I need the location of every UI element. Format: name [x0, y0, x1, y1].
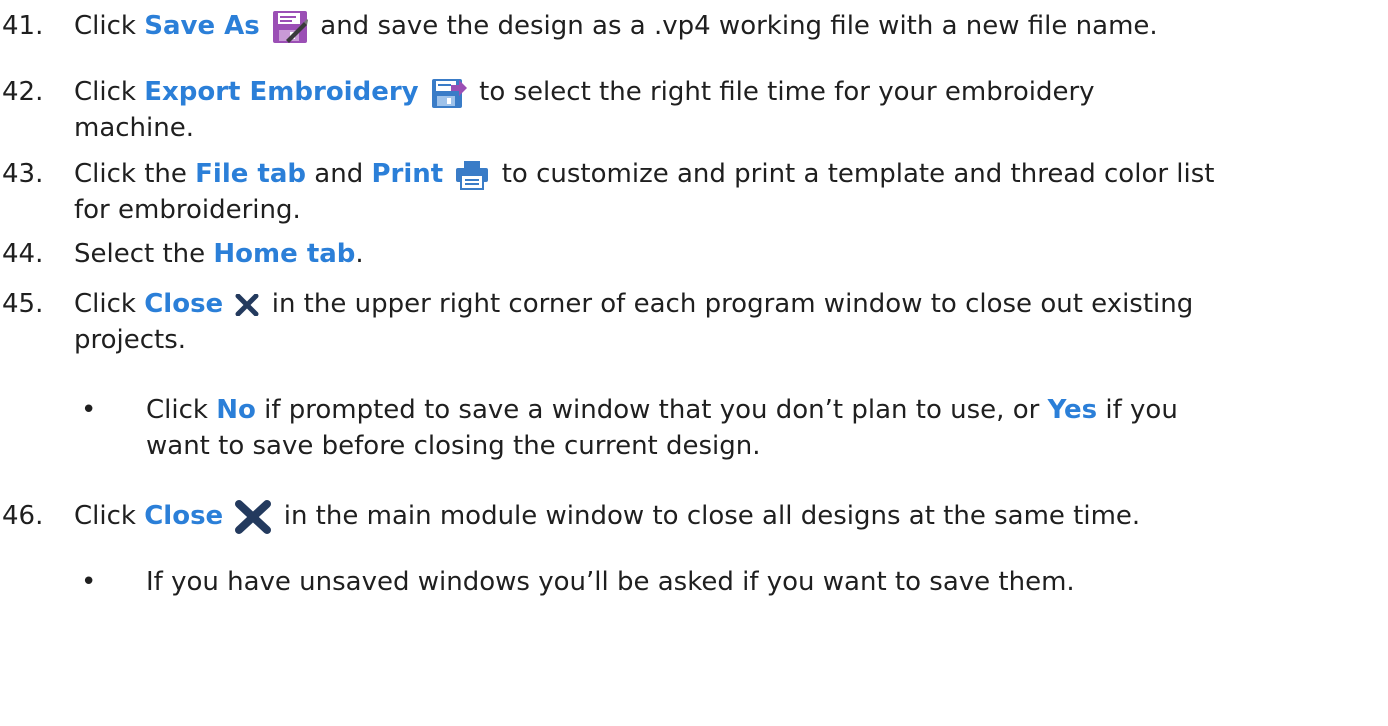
step-text: to select the right file time for your e…: [470, 77, 1095, 107]
export-embroidery-icon: [431, 77, 467, 109]
bullet-text: if prompted to save a window that you do…: [255, 395, 1048, 425]
bullet-text: If you have unsaved windows you’ll be as…: [146, 567, 1075, 597]
yes-command: Yes: [1047, 395, 1098, 425]
step-text: and save the design as a .vp4 working fi…: [312, 11, 1158, 41]
step-text: in the main module window to close all d…: [275, 501, 1141, 531]
step-text: Click the: [74, 159, 196, 189]
print-command: Print: [371, 159, 444, 189]
step-text: machine.: [74, 113, 194, 143]
step-text: .: [355, 239, 364, 269]
file-tab-command: File tab: [195, 159, 307, 189]
save-as-icon: [272, 10, 308, 44]
step-text: Click: [74, 289, 145, 319]
save-as-command: Save As: [144, 11, 260, 41]
home-tab-command: Home tab: [213, 239, 356, 269]
step-number: 44.: [2, 239, 44, 269]
step-text: Click: [74, 501, 145, 531]
step-number: 46.: [2, 501, 44, 531]
step-text: Click: [74, 11, 145, 41]
bullet-text: want to save before closing the current …: [146, 431, 761, 461]
step-number: 42.: [2, 77, 44, 107]
no-command: No: [216, 395, 256, 425]
bullet-marker: •: [81, 395, 97, 425]
step-text: and: [306, 159, 372, 189]
close-command: Close: [144, 501, 224, 531]
close-command: Close: [144, 289, 224, 319]
close-icon-large: [235, 499, 272, 534]
step-number: 43.: [2, 159, 44, 189]
step-text: Select the: [74, 239, 214, 269]
bullet-text: if you: [1097, 395, 1178, 425]
print-icon: [455, 160, 489, 190]
step-number: 45.: [2, 289, 44, 319]
close-icon: [235, 293, 259, 316]
step-text: Click: [74, 77, 145, 107]
bullet-marker: •: [81, 567, 97, 597]
export-embroidery-command: Export Embroidery: [144, 77, 419, 107]
step-text: projects.: [74, 325, 187, 355]
step-text: in the upper right corner of each progra…: [263, 289, 1194, 319]
step-text: to customize and print a template and th…: [493, 159, 1215, 189]
instruction-page: 41. Click Save As and save the design as…: [0, 0, 1388, 726]
step-number: 41.: [2, 11, 44, 41]
bullet-text: Click: [146, 395, 217, 425]
step-text: for embroidering.: [74, 195, 301, 225]
